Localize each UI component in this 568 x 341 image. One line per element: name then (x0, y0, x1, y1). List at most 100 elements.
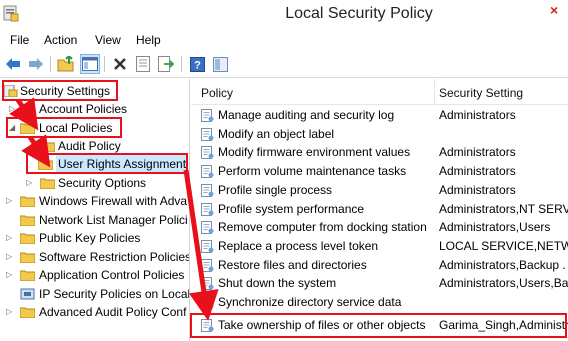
tree-item-windows-firewall[interactable]: ▷ Windows Firewall with Adva (0, 192, 189, 210)
tree-item-label: User Rights Assignment (56, 155, 189, 173)
tree-item-local-policies[interactable]: ◢ Local Policies (0, 119, 189, 137)
toolbar-separator (181, 56, 182, 72)
toolbar: ? (0, 52, 568, 78)
column-header-security-setting[interactable]: Security Setting (439, 86, 523, 100)
tree-item-application-control[interactable]: ▷ Application Control Policies (0, 266, 189, 284)
policy-name: Modify firmware environment values (218, 145, 411, 160)
tree-root-label: Security Settings (20, 84, 111, 98)
security-setting: LOCAL SERVICE,NETWO (439, 238, 568, 253)
svg-text:?: ? (194, 59, 201, 71)
table-row[interactable]: Remove computer from docking station Admi… (191, 218, 568, 237)
tree-item-network-list-manager[interactable]: Network List Manager Polici (0, 211, 189, 229)
table-row[interactable]: Take ownership of files or other objects… (191, 316, 568, 335)
expand-arrow-icon[interactable]: ▷ (6, 303, 16, 321)
folder-icon (38, 159, 53, 170)
table-row[interactable]: Modify an object label (191, 125, 568, 144)
console-tree: Security Settings ▷ Account Policies ◢ L… (0, 79, 190, 341)
back-icon[interactable] (3, 54, 23, 74)
tree-item-label: IP Security Policies on Local (39, 287, 190, 301)
table-row[interactable]: Perform volume maintenance tasks Administ… (191, 162, 568, 181)
collapse-arrow-icon[interactable]: ◢ (9, 119, 19, 137)
toolbar-separator (104, 56, 105, 72)
title-bar: Local Security Policy × (0, 0, 568, 30)
policy-icon (201, 183, 214, 197)
policy-icon (201, 127, 214, 141)
close-icon[interactable]: × (550, 2, 562, 18)
folder-icon (20, 215, 35, 226)
menu-file[interactable]: File (10, 33, 29, 47)
show-tree-icon[interactable] (80, 54, 100, 74)
folder-icon (20, 252, 35, 263)
security-setting: Administrators (439, 164, 516, 179)
tree-item-label: Network List Manager Polici (39, 213, 188, 227)
column-divider[interactable] (434, 79, 435, 105)
tree-item-label: Application Control Policies (39, 268, 185, 282)
expand-arrow-icon[interactable]: ▷ (9, 100, 19, 118)
table-row[interactable]: Profile system performance Administrators… (191, 200, 568, 219)
expand-arrow-icon[interactable]: ▷ (6, 248, 16, 266)
tree-item-public-key-policies[interactable]: ▷ Public Key Policies (0, 229, 189, 247)
tree-item-advanced-audit[interactable]: ▷ Advanced Audit Policy Conf (0, 303, 189, 321)
security-setting: Garima_Singh,Administr (439, 318, 568, 332)
menu-action[interactable]: Action (44, 33, 77, 47)
table-row[interactable]: Manage auditing and security log Administ… (191, 106, 568, 125)
table-row[interactable]: Synchronize directory service data (191, 293, 568, 312)
expand-arrow-icon[interactable]: ▷ (6, 229, 16, 247)
security-setting: Administrators (439, 108, 516, 122)
policy-name: Manage auditing and security log (218, 108, 395, 122)
policy-icon (201, 165, 214, 179)
help-icon[interactable]: ? (187, 54, 207, 74)
policy-icon (201, 109, 214, 122)
mmc-icon[interactable] (210, 54, 230, 74)
tree-item-ip-security[interactable]: IP Security Policies on Local (0, 285, 190, 303)
policy-name: Perform volume maintenance tasks (218, 164, 407, 179)
folder-icon (20, 196, 35, 207)
menu-view[interactable]: View (95, 33, 121, 47)
forward-icon[interactable] (26, 54, 46, 74)
tree-item-label: Security Options (58, 176, 147, 190)
policy-list: Policy Security Setting Manage auditing … (191, 79, 568, 341)
table-row[interactable]: Modify firmware environment values Admini… (191, 143, 568, 162)
tree-item-security-options[interactable]: ▷ Security Options (0, 174, 189, 192)
tree-item-user-rights-assignment[interactable]: User Rights Assignment (0, 155, 189, 173)
policy-name: Restore files and directories (218, 257, 367, 272)
tree-item-software-restriction[interactable]: ▷ Software Restriction Policies (0, 248, 190, 266)
security-setting: Administrators,NT SERVI (439, 201, 568, 216)
policy-icon (201, 221, 214, 235)
tree-item-audit-policy[interactable]: Audit Policy (0, 137, 189, 155)
expand-arrow-icon[interactable]: ▷ (26, 174, 36, 192)
tree-root-security-settings[interactable]: Security Settings (0, 82, 189, 100)
policy-icon (201, 202, 214, 216)
policy-name: Profile single process (218, 182, 333, 197)
up-folder-icon[interactable] (56, 54, 76, 74)
policy-icon (201, 277, 214, 291)
window-title: Local Security Policy (285, 5, 433, 22)
table-row[interactable]: Shut down the system Administrators,Users… (191, 274, 568, 293)
table-row[interactable]: Profile single process Administrators (191, 181, 568, 200)
policy-name: Replace a process level token (218, 238, 379, 253)
policy-name: Take ownership of files or other objects (218, 318, 426, 332)
expand-arrow-icon[interactable]: ▷ (6, 192, 16, 210)
policy-name: Synchronize directory service data (218, 295, 402, 309)
security-setting: Administrators,Users,Ba. (439, 276, 568, 291)
tree-item-label: Software Restriction Policies (39, 250, 190, 264)
policy-icon (201, 146, 214, 160)
tree-item-label: Windows Firewall with Adva (39, 194, 188, 208)
delete-icon[interactable] (110, 54, 130, 74)
list-header: Policy Security Setting (191, 79, 568, 105)
locked-folder-icon (20, 104, 35, 115)
table-row[interactable]: Replace a process level token LOCAL SERVI… (191, 237, 568, 256)
security-settings-icon (3, 85, 18, 97)
table-row[interactable]: Restore files and directories Administrat… (191, 256, 568, 275)
policy-icon (201, 239, 214, 253)
tree-item-label: Audit Policy (58, 139, 121, 153)
ip-security-icon (20, 288, 35, 300)
tree-item-account-policies[interactable]: ▷ Account Policies (0, 100, 189, 118)
export-icon[interactable] (156, 54, 176, 74)
security-setting: Administrators (439, 145, 516, 160)
column-header-policy[interactable]: Policy (201, 86, 233, 100)
expand-arrow-icon[interactable]: ▷ (6, 266, 16, 284)
tree-item-label: Public Key Policies (39, 231, 141, 245)
properties-icon[interactable] (133, 54, 153, 74)
menu-help[interactable]: Help (136, 33, 161, 47)
